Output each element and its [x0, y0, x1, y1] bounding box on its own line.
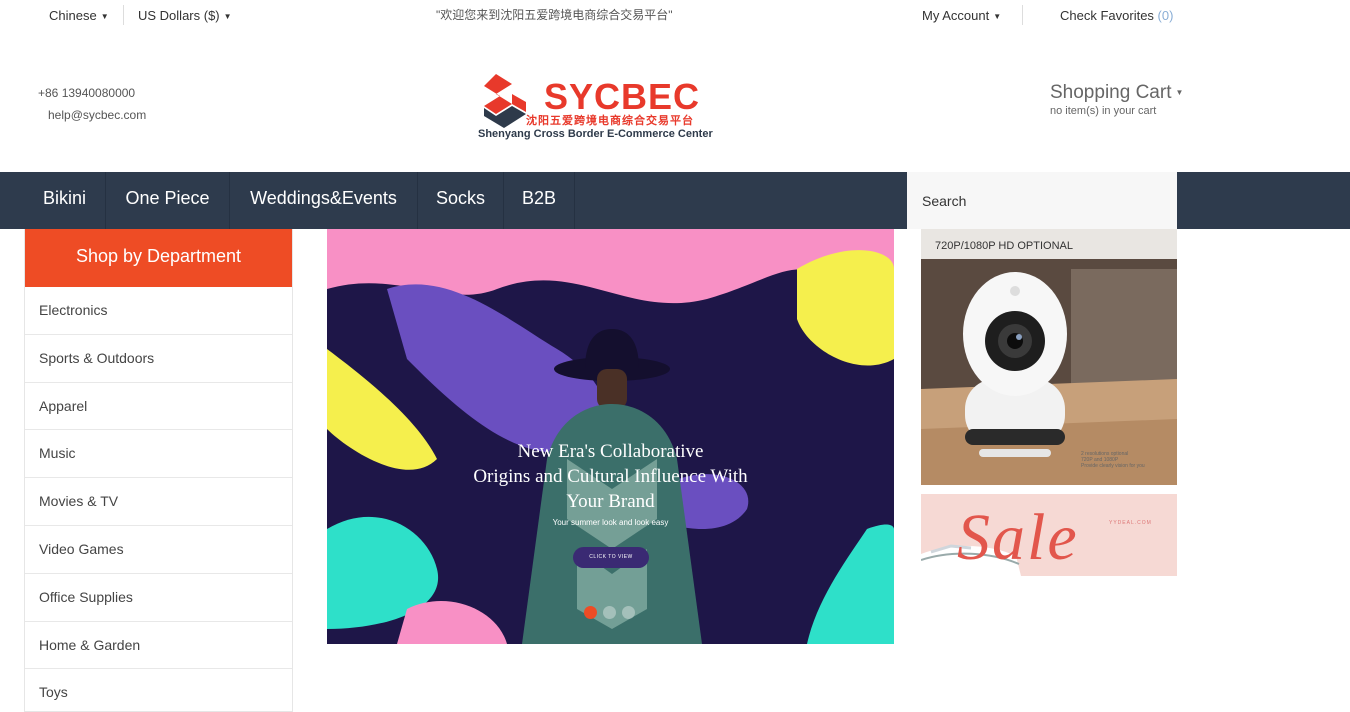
chevron-down-icon: ▼	[993, 12, 1002, 22]
nav-item-socks[interactable]: Socks	[418, 172, 504, 229]
camera-promo-fine-print: 2 resolutions optional 720P and 1080P Pr…	[1081, 451, 1173, 469]
sale-promo-banner[interactable]: Sale YYDEAL.COM	[921, 494, 1177, 576]
nav-item-weddings-events[interactable]: Weddings&Events	[230, 172, 418, 229]
department-item-video-games[interactable]: Video Games	[25, 526, 292, 574]
divider	[123, 5, 124, 25]
cart-status: no item(s) in your cart	[1050, 105, 1157, 117]
department-item-home-garden[interactable]: Home & Garden	[25, 622, 292, 670]
account-label: My Account	[922, 8, 990, 23]
department-menu-title[interactable]: Shop by Department	[25, 229, 292, 287]
click-to-view-button[interactable]: CLICK TO VIEW	[573, 547, 649, 568]
banner-headline: New Era's Collaborative Origins and Cult…	[327, 439, 894, 514]
camera-promo-label: 720P/1080P HD OPTIONAL	[935, 240, 1073, 252]
banner-tagline: Your summer look and look easy	[552, 518, 669, 527]
nav-item-bikini[interactable]: Bikini	[24, 172, 106, 229]
department-item-movies-tv[interactable]: Movies & TV	[25, 478, 292, 526]
language-label: Chinese	[49, 8, 97, 23]
welcome-message: "欢迎您来到沈阳五爱跨境电商综合交易平台"	[436, 8, 673, 22]
carousel-dot-active[interactable]	[584, 606, 597, 619]
cart-title: Shopping Cart	[1050, 82, 1172, 103]
logo-subtitle-cn: 沈阳五爱跨境电商综合交易平台	[526, 115, 694, 127]
language-selector[interactable]: Chinese ▼	[49, 8, 109, 23]
nav-item-one-piece[interactable]: One Piece	[106, 172, 230, 229]
search-input[interactable]	[907, 172, 1177, 229]
chevron-down-icon: ▼	[223, 12, 232, 22]
phone-number: +86 13940080000	[38, 86, 136, 100]
sale-small-text: YYDEAL.COM	[1109, 520, 1152, 526]
nav-item-b2b[interactable]: B2B	[504, 172, 575, 229]
department-item-sports-outdoors[interactable]: Sports & Outdoors	[25, 335, 292, 383]
banner-headline-line-3: Your Brand	[566, 491, 655, 512]
currency-label: US Dollars ($)	[138, 8, 220, 23]
banner-artwork	[327, 250, 894, 644]
site-logo[interactable]: SYCBEC 沈阳五爱跨境电商综合交易平台 Shenyang Cross Bor…	[476, 74, 726, 144]
divider	[1022, 5, 1023, 25]
camera-promo-banner[interactable]: 720P/1080P HD OPTIONAL 2 resolutions opt…	[921, 229, 1177, 485]
camera-device	[963, 272, 1067, 457]
hero-banner[interactable]: New Era's Collaborative Origins and Cult…	[327, 229, 894, 644]
currency-selector[interactable]: US Dollars ($) ▼	[138, 8, 232, 23]
department-item-toys[interactable]: Toys	[25, 669, 292, 712]
sale-word: Sale	[957, 501, 1079, 574]
camera-promo-artwork	[921, 229, 1177, 485]
department-menu: Shop by Department Electronics Sports & …	[24, 229, 293, 712]
check-favorites-link[interactable]: Check Favorites (0)	[1060, 8, 1173, 23]
carousel-dot[interactable]	[603, 606, 616, 619]
shopping-cart[interactable]: Shopping Cart ▼ no item(s) in your cart	[1050, 82, 1183, 117]
chevron-down-icon: ▼	[1175, 88, 1184, 98]
top-bar: Chinese ▼ US Dollars ($) ▼ "欢迎您来到沈阳五爱跨境电商综…	[0, 0, 1350, 30]
my-account-menu[interactable]: My Account ▼	[922, 8, 1001, 23]
banner-headline-line-1: New Era's Collaborative	[517, 441, 704, 462]
department-item-apparel[interactable]: Apparel	[25, 383, 292, 431]
contact-info: +86 13940080000 help@sycbec.com	[38, 82, 146, 126]
main-navigation: Bikini One Piece Weddings&Events Socks B…	[0, 172, 1350, 229]
logo-icon	[484, 74, 526, 128]
favorites-label: Check Favorites	[1060, 8, 1154, 23]
department-item-music[interactable]: Music	[25, 430, 292, 479]
department-item-electronics[interactable]: Electronics	[25, 287, 292, 335]
camera-fine-line-3: Provide clearly vision for you	[1081, 463, 1145, 469]
chevron-down-icon: ▼	[100, 12, 109, 22]
email-address[interactable]: help@sycbec.com	[38, 104, 146, 126]
carousel-dot[interactable]	[622, 606, 635, 619]
favorites-count: (0)	[1157, 8, 1174, 23]
department-item-office-supplies[interactable]: Office Supplies	[25, 574, 292, 622]
logo-subtitle-en: Shenyang Cross Border E-Commerce Center	[478, 128, 713, 140]
carousel-dots	[584, 606, 641, 624]
banner-headline-line-2: Origins and Cultural Influence With	[473, 466, 748, 487]
